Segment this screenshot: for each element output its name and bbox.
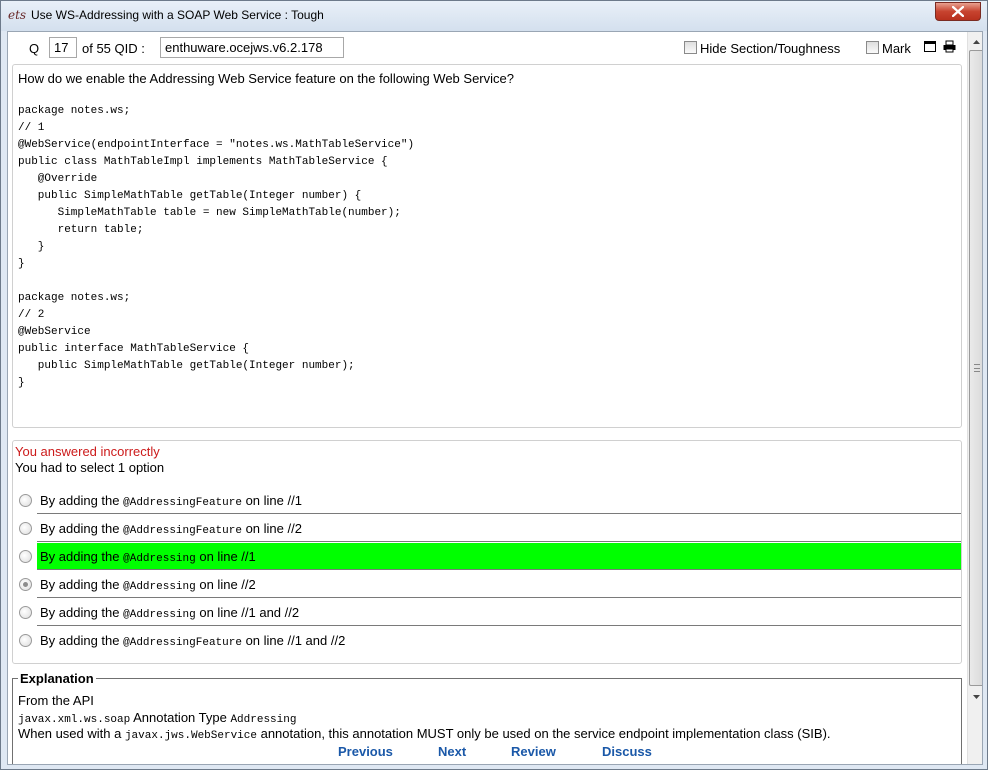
answer-option-3-correct[interactable]: By adding the @Addressing on line //1 [15,543,961,571]
app-logo-icon: ets [8,8,27,22]
radio-button[interactable] [19,494,32,507]
explanation-panel: Explanation From the API javax.xml.ws.so… [12,671,962,764]
question-toolbar: Q of 55 QID : Hide Section/Toughness Mar… [8,32,966,64]
next-link[interactable]: Next [438,744,466,759]
window-title: Use WS-Addressing with a SOAP Web Servic… [31,8,324,22]
explanation-line-3: When used with a javax.jws.WebService an… [18,726,831,742]
scroll-up-icon [973,39,980,44]
close-icon [952,6,964,17]
print-icon[interactable] [943,40,956,53]
option-label: By adding the @Addressing on line //2 [37,571,961,598]
radio-button-selected[interactable] [19,578,32,591]
scroll-down-button[interactable] [969,688,982,705]
total-qid-label: of 55 QID : [82,41,145,56]
answer-option-1[interactable]: By adding the @AddressingFeature on line… [15,487,961,515]
q-label: Q [29,41,40,56]
scroll-up-button[interactable] [969,33,982,50]
option-label: By adding the @AddressingFeature on line… [37,515,961,542]
question-number-input[interactable] [49,37,77,58]
mark-label: Mark [882,41,911,56]
close-button[interactable] [935,2,981,21]
radio-button[interactable] [19,522,32,535]
discuss-link[interactable]: Discuss [602,744,652,759]
mark-checkbox[interactable] [866,41,879,54]
radio-button[interactable] [19,550,32,563]
select-instructions: You had to select 1 option [15,460,165,475]
window-icon[interactable] [924,41,936,52]
explanation-title: Explanation [18,671,96,686]
question-text: How do we enable the Addressing Web Serv… [18,71,514,86]
scroll-down-icon [973,694,980,699]
question-panel: How do we enable the Addressing Web Serv… [12,64,962,428]
qid-field[interactable] [160,37,344,58]
answer-option-6[interactable]: By adding the @AddressingFeature on line… [15,627,961,655]
option-label: By adding the @Addressing on line //1 [37,543,961,570]
scroll-grip-icon [974,364,980,372]
explanation-line-1: From the API [18,693,94,708]
hide-section-checkbox[interactable] [684,41,697,54]
answer-option-5[interactable]: By adding the @Addressing on line //1 an… [15,599,961,627]
option-label: By adding the @Addressing on line //1 an… [37,599,961,626]
answer-option-2[interactable]: By adding the @AddressingFeature on line… [15,515,961,543]
option-label: By adding the @AddressingFeature on line… [40,633,346,649]
option-label: By adding the @AddressingFeature on line… [37,487,961,514]
vertical-scrollbar[interactable] [967,32,982,764]
answers-panel: You answered incorrectly You had to sele… [12,440,962,664]
hide-section-label: Hide Section/Toughness [700,41,841,56]
client-area: Q of 55 QID : Hide Section/Toughness Mar… [7,31,983,765]
explanation-line-2: javax.xml.ws.soap Annotation Type Addres… [18,710,297,726]
radio-button[interactable] [19,634,32,647]
app-window: ets Use WS-Addressing with a SOAP Web Se… [0,0,988,770]
radio-button[interactable] [19,606,32,619]
review-link[interactable]: Review [511,744,556,759]
previous-link[interactable]: Previous [338,744,393,759]
result-status: You answered incorrectly [15,444,160,459]
title-bar: ets Use WS-Addressing with a SOAP Web Se… [1,1,987,31]
answer-option-4[interactable]: By adding the @Addressing on line //2 [15,571,961,599]
question-code: package notes.ws; // 1 @WebService(endpo… [18,105,415,389]
scroll-thumb[interactable] [969,50,982,686]
